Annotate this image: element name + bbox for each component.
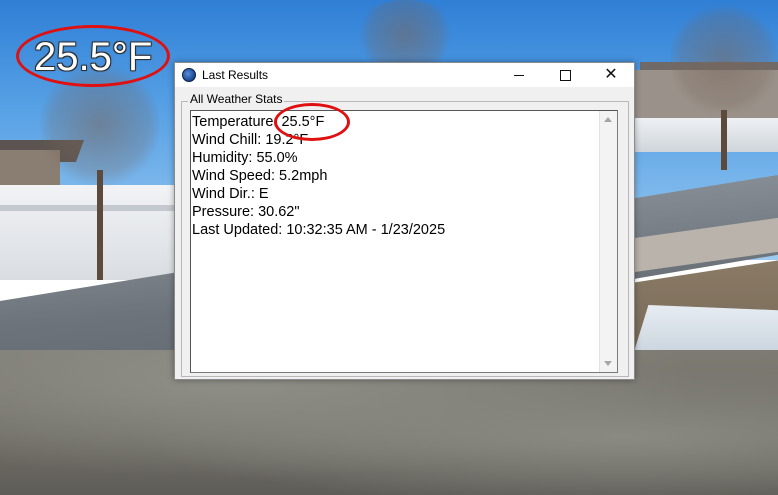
minimize-icon xyxy=(514,74,524,76)
wind-speed-line: Wind Speed: 5.2mph xyxy=(192,168,328,184)
scroll-up-arrow-icon[interactable] xyxy=(604,117,612,122)
tree-center xyxy=(350,0,460,70)
last-results-window: Last Results ✕ All Weather Stats Tempera… xyxy=(174,62,635,380)
temperature-value-highlight-ellipse xyxy=(274,103,350,141)
tree-left xyxy=(40,60,160,280)
close-button[interactable]: ✕ xyxy=(588,63,634,87)
last-updated-line: Last Updated: 10:32:35 AM - 1/23/2025 xyxy=(192,222,446,238)
tree-right xyxy=(670,0,778,170)
humidity-line: Humidity: 55.0% xyxy=(192,150,298,166)
app-globe-icon xyxy=(182,68,196,82)
pressure-line: Pressure: 30.62" xyxy=(192,204,300,220)
scroll-down-arrow-icon[interactable] xyxy=(604,361,612,366)
minimize-button[interactable] xyxy=(496,63,542,87)
title-bar[interactable]: Last Results ✕ xyxy=(175,63,634,87)
close-icon: ✕ xyxy=(604,66,618,83)
groupbox-label: All Weather Stats xyxy=(188,92,285,106)
maximize-icon xyxy=(559,69,571,81)
overlay-temperature-highlight-ellipse xyxy=(16,25,170,87)
window-title: Last Results xyxy=(202,68,269,82)
wind-direction-line: Wind Dir.: E xyxy=(192,186,269,202)
maximize-button[interactable] xyxy=(542,63,588,87)
vertical-scrollbar[interactable] xyxy=(599,111,617,372)
weather-stats-textarea[interactable]: Temperature: 25.5°F Wind Chill: 19.2°F H… xyxy=(190,110,618,373)
